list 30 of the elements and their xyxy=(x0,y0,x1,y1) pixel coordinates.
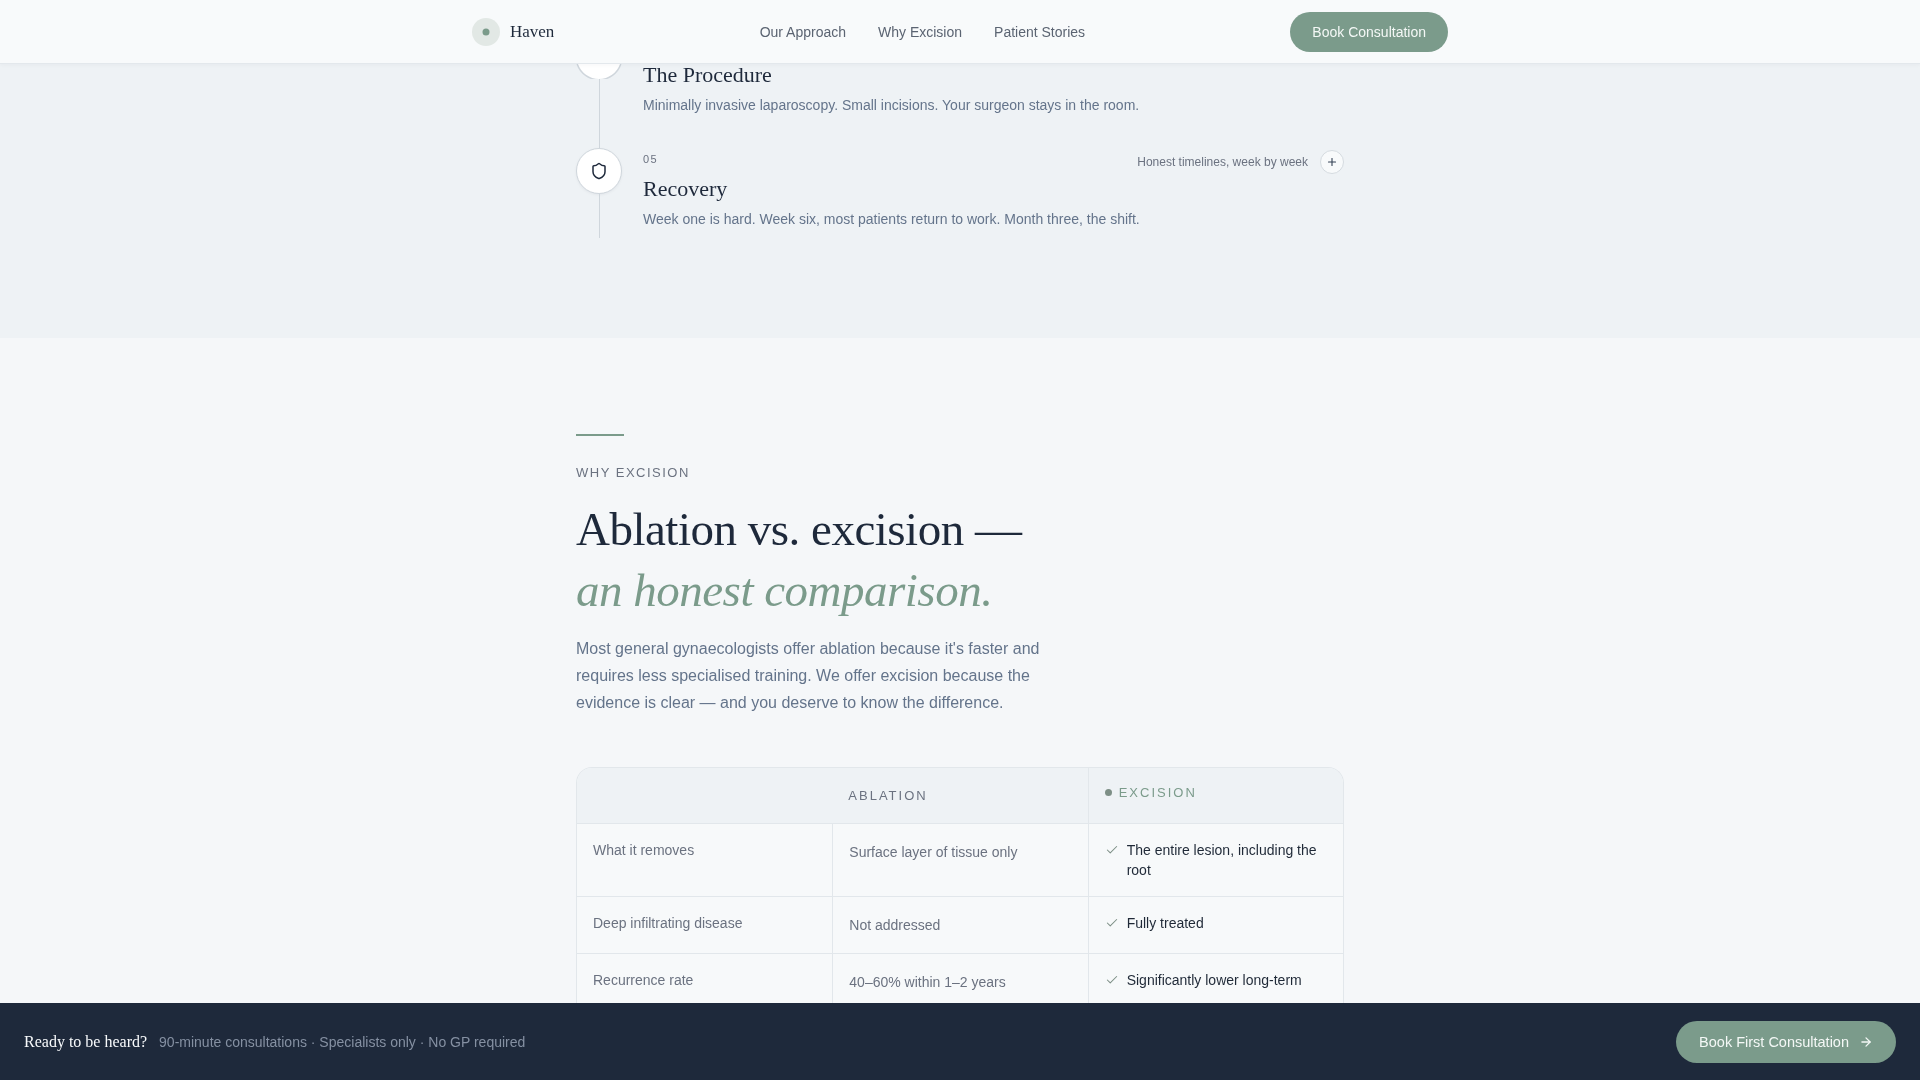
step-note: Honest timelines, week by week xyxy=(1137,155,1308,169)
cell-value: Significantly lower long-term xyxy=(1126,970,1302,990)
row-label-cell: Deep infiltrating disease xyxy=(577,895,833,953)
step-title: The Procedure xyxy=(643,64,773,86)
table-cell: Not addressed xyxy=(832,895,1088,953)
nav-link[interactable]: Our Approach xyxy=(759,23,846,40)
step-title: Recovery xyxy=(643,178,729,200)
logo-icon xyxy=(472,17,500,46)
column-header: ABLATION xyxy=(832,767,1088,824)
column-header-label: EXCISION xyxy=(1118,785,1197,801)
cta-details: 90-minute consultations · Specialists only · No GP required xyxy=(159,1033,526,1050)
nav-link[interactable]: Patient Stories xyxy=(994,23,1086,40)
step-description: Week one is hard. Week six, most patients return to work. Month three, the shift. xyxy=(643,210,1141,229)
expand-button[interactable] xyxy=(1320,150,1344,174)
section-intro: Most general gynaecologists offer ablation because it's faster and requires less specialised training. We offer excision because the evidence is clear — and you deserve to know the difference. xyxy=(576,639,1041,714)
arrow-right-icon xyxy=(1859,1034,1873,1049)
cell-value: Fully treated xyxy=(1126,913,1204,933)
step-description: Minimally invasive laparoscopy. Small incisions. Your surgeon stays in the room. xyxy=(643,96,1141,115)
nav-link[interactable]: Why Excision xyxy=(878,23,963,40)
dot-icon xyxy=(1104,789,1112,797)
cell-value: The entire lesion, including the root xyxy=(1126,840,1318,880)
section-eyebrow: WHY EXCISION xyxy=(576,465,691,481)
brand-link[interactable]: Haven xyxy=(472,17,555,46)
cta-title: Ready to be heard? xyxy=(24,1032,148,1051)
shield-icon xyxy=(576,148,622,194)
row-label-cell-text: What it removes xyxy=(592,840,696,860)
section-heading: Ablation vs. excision — an honest comparison. xyxy=(576,502,1024,618)
plus-icon xyxy=(1326,156,1338,168)
table-cell: Surface layer of tissue only xyxy=(832,823,1088,896)
step-number: 05 xyxy=(643,153,659,165)
